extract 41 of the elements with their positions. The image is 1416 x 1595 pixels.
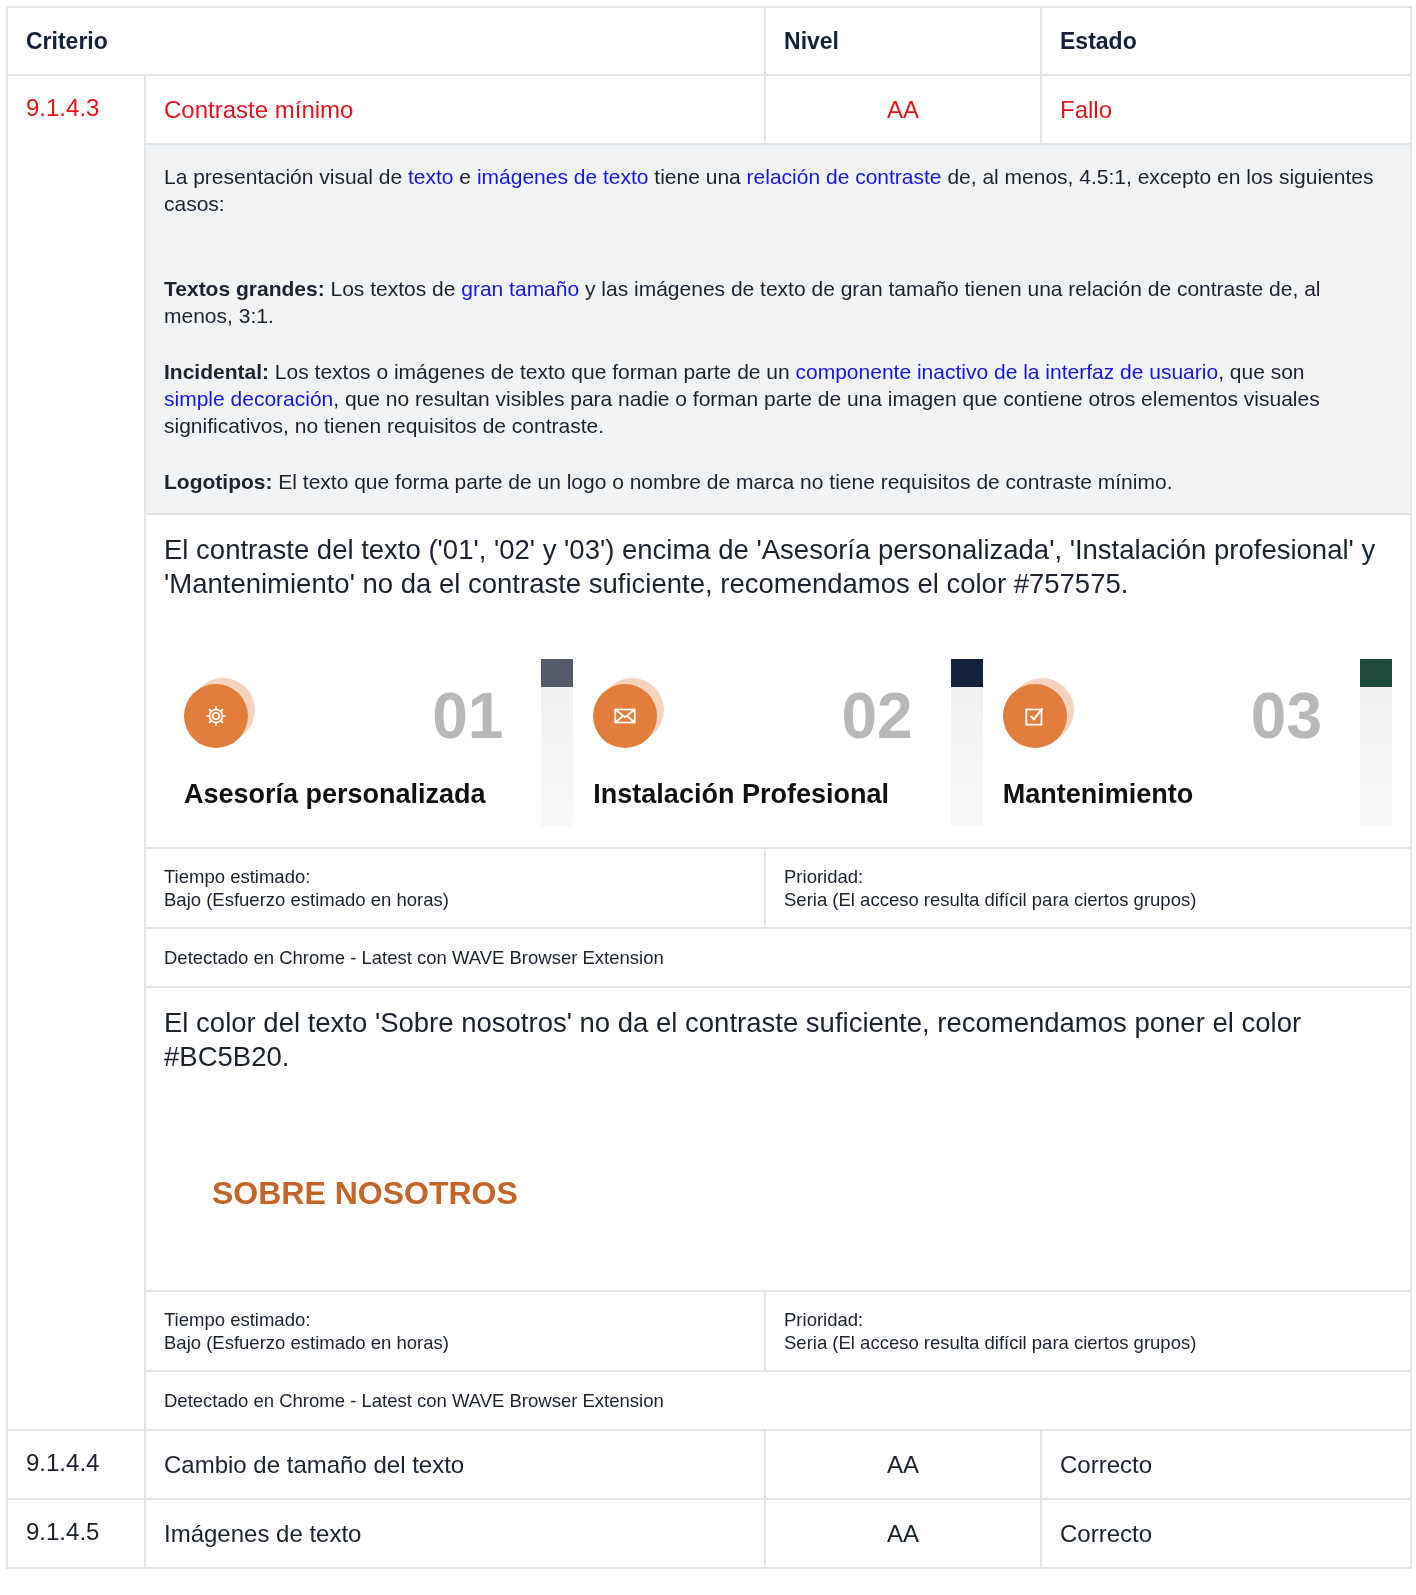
meta-value: Bajo (Esfuerzo estimado en horas) bbox=[164, 888, 450, 911]
meta-value: Seria (El acceso resulta difícil para ciertos grupos) bbox=[784, 1331, 1198, 1354]
meta-label: Prioridad: bbox=[784, 1308, 865, 1331]
card-number: 03 bbox=[1250, 679, 1323, 753]
meta-label: Prioridad: bbox=[784, 865, 865, 888]
meta-label: Tiempo estimado: bbox=[164, 865, 312, 888]
issue-description: El color del texto 'Sobre nosotros' no da el contraste suficiente, recomendamos poner el color #BC5B20. bbox=[164, 1006, 1303, 1074]
detection-note: Detectado en Chrome - Latest con WAVE Browser Extension bbox=[164, 1390, 664, 1411]
meta-value: Bajo (Esfuerzo estimado en horas) bbox=[164, 1331, 450, 1354]
criterion-name: Cambio de tamaño del texto bbox=[145, 1430, 765, 1499]
link[interactable]: gran tamaño bbox=[461, 277, 580, 300]
description-paragraph: La presentación visual de texto e imágenes de texto tiene una relación de contraste de, al menos, 4.5:1, excepto en los siguientes casos: bbox=[164, 164, 1375, 217]
column-header: Criterio bbox=[7, 7, 765, 75]
criterion-id: 9.1.4.5 bbox=[7, 1499, 145, 1568]
criterion-id: 9.1.4.3 bbox=[7, 75, 145, 1430]
card-number: 01 bbox=[432, 679, 504, 753]
link[interactable]: texto bbox=[408, 165, 454, 188]
link[interactable]: relación de contraste bbox=[746, 165, 942, 188]
status-value: Correcto bbox=[1041, 1499, 1411, 1568]
column-header: Estado bbox=[1041, 7, 1411, 75]
criterion-id: 9.1.4.4 bbox=[7, 1430, 145, 1499]
section-heading: SOBRE NOSOTROS bbox=[212, 1175, 518, 1212]
description-paragraph: Incidental: Los textos o imágenes de texto que forman parte de un componente inactivo de la interfaz de usuario, que son simple decoración, que no resultan visibles para nadie o forman parte de una imagen que contiene otros elementos visuales significativos, no tienen requisitos de contraste. bbox=[164, 359, 1321, 439]
link[interactable]: componente inactivo de la interfaz de usuario bbox=[795, 360, 1219, 383]
detection-note: Detectado en Chrome - Latest con WAVE Browser Extension bbox=[164, 947, 664, 968]
status-value: Correcto bbox=[1041, 1430, 1411, 1499]
link[interactable]: imágenes de texto bbox=[476, 165, 649, 188]
level-value: AA bbox=[765, 1430, 1041, 1499]
link[interactable]: simple decoración bbox=[164, 387, 334, 410]
level-value: AA bbox=[765, 1499, 1041, 1568]
meta-label: Tiempo estimado: bbox=[164, 1308, 312, 1331]
column-header: Nivel bbox=[765, 7, 1041, 75]
description-paragraph: Logotipos: El texto que forma parte de un logo o nombre de marca no tiene requisitos de contraste mínimo. bbox=[164, 469, 1174, 495]
card-title: Instalación Profesional bbox=[593, 779, 890, 810]
issue-description: El contraste del texto ('01', '02' y '03') encima de 'Asesoría personalizada', 'Instalación profesional' y 'Mantenimiento' no da el contraste suficiente, recomendamos el color #757575. bbox=[164, 533, 1377, 601]
card-title: Mantenimiento bbox=[1002, 779, 1195, 810]
card-title: Asesoría personalizada bbox=[184, 779, 487, 810]
description-paragraph: Textos grandes: Los textos de gran tamaño y las imágenes de texto de gran tamaño tienen una relación de contraste de, al menos, 3:1. bbox=[164, 276, 1322, 329]
criterion-name: Imágenes de texto bbox=[145, 1499, 765, 1568]
meta-value: Seria (El acceso resulta difícil para ciertos grupos) bbox=[784, 888, 1198, 911]
card-number: 02 bbox=[841, 679, 913, 753]
